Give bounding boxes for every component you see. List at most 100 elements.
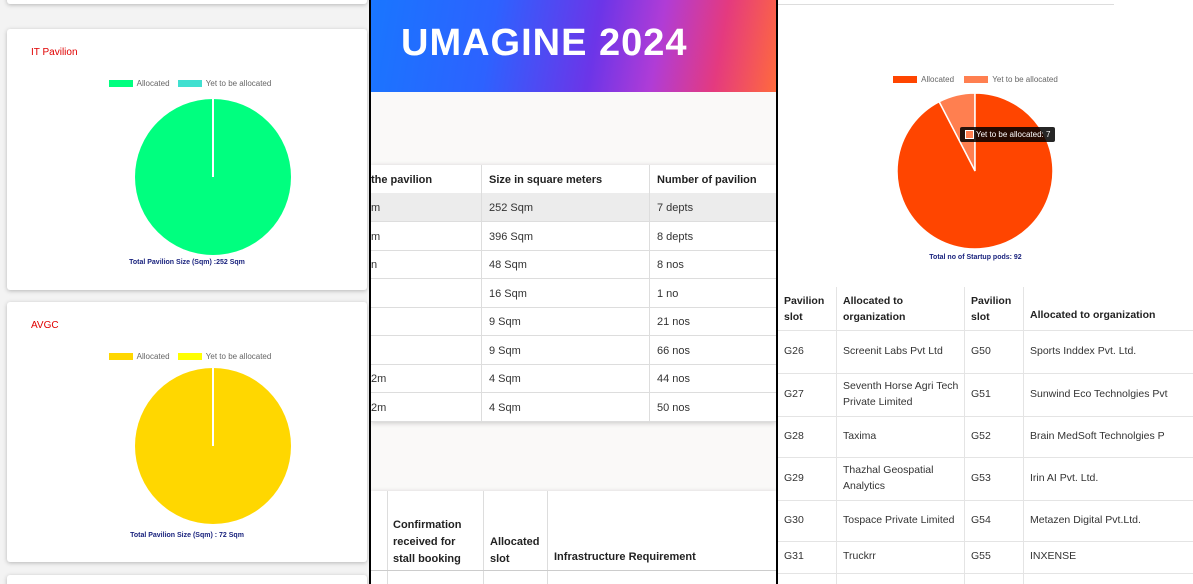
table-cell: 2m bbox=[371, 401, 387, 414]
table-cell: n bbox=[371, 259, 378, 271]
col-header-pavilion: the pavilion bbox=[371, 174, 433, 186]
table-cell: 50 nos bbox=[657, 401, 691, 414]
col-header-confirmation: Confirmation received for stall booking bbox=[393, 519, 462, 565]
table-cell: m bbox=[371, 230, 381, 243]
table-row: n 48 Sqm 8 nos bbox=[371, 250, 776, 279]
table-row: 9 Sqm 66 nos bbox=[371, 336, 776, 365]
table-header-row: Pavilion slot Allocated to organization Pa… bbox=[778, 287, 1193, 331]
table-row: G26 Screenit Labs Pvt Ltd G50 Sports Inddex… bbox=[778, 330, 1193, 374]
table-row: G29 Thazhal Geospatial Analytics G53 Irin AI… bbox=[778, 457, 1193, 501]
startup-pods-pie-chart[interactable] bbox=[895, 91, 1055, 251]
table-cell: 8 nos bbox=[657, 259, 684, 271]
table-cell: G30 bbox=[784, 514, 804, 526]
table-row: 2m 4 Sqm 50 nos bbox=[371, 393, 776, 422]
col-header-org: Allocated to organization bbox=[843, 295, 906, 323]
col-header-size: Size in square meters bbox=[489, 174, 603, 186]
table-cell: 8 depts bbox=[657, 230, 694, 243]
col-header-org: Allocated to organization bbox=[1030, 309, 1156, 321]
table-cell: G29 bbox=[784, 472, 804, 484]
table-cell: Seventh Horse Agri Tech bbox=[843, 380, 959, 392]
left-panel: IT Pavilion Allocated Yet to be allocate… bbox=[0, 0, 369, 584]
table-cell: G27 bbox=[784, 388, 804, 400]
table-cell: G55 bbox=[971, 550, 991, 562]
right-panel: Allocated Yet to be allocated Yet to be … bbox=[778, 0, 1193, 584]
table-cell: 7 depts bbox=[657, 202, 694, 214]
chart-caption: Total Pavilion Size (Sqm) :252 Sqm bbox=[129, 259, 245, 266]
card-title: AVGC bbox=[31, 320, 59, 331]
table-cell: 4 Sqm bbox=[489, 401, 521, 414]
legend-swatch-yet[interactable] bbox=[964, 76, 989, 84]
table-cell: G54 bbox=[971, 514, 991, 526]
table-cell: G28 bbox=[784, 430, 804, 442]
card-bottom-partial bbox=[7, 575, 367, 584]
table-cell: 21 nos bbox=[657, 316, 691, 328]
avgc-card: AVGC Allocated Yet to be allocated Total… bbox=[7, 302, 367, 562]
legend-swatch-allocated[interactable] bbox=[893, 76, 918, 84]
col-divider bbox=[1023, 287, 1024, 584]
table-header-row: the pavilion Size in square meters Numbe… bbox=[371, 165, 776, 194]
banner-title: UMAGINE 2024 bbox=[401, 22, 688, 64]
table-cell: G53 bbox=[971, 472, 991, 484]
legend-swatch-yet[interactable] bbox=[177, 353, 202, 361]
pie-chart[interactable] bbox=[135, 99, 293, 257]
table-cell: Irin AI Pvt. Ltd. bbox=[1030, 472, 1099, 484]
table-cell: 9 Sqm bbox=[489, 344, 521, 357]
table-cell: Analytics bbox=[843, 480, 886, 492]
tooltip-text: Yet to be allocated: 7 bbox=[976, 130, 1051, 139]
pavilion-table: the pavilion Size in square meters Numbe… bbox=[371, 165, 776, 422]
table-cell: Brain MedSoft Technolgies P bbox=[1030, 430, 1165, 442]
table-cell: 396 Sqm bbox=[489, 230, 534, 243]
tooltip-swatch bbox=[965, 130, 974, 140]
table-cell: Tospace Private Limited bbox=[843, 514, 955, 526]
table-row: 16 Sqm 1 no bbox=[371, 279, 776, 308]
table-cell: Thazhal Geospatial bbox=[843, 464, 934, 476]
table-row: G31 Truckrr G55 INXENSE bbox=[778, 541, 1193, 574]
table-cell: m bbox=[371, 202, 381, 214]
legend-swatch-allocated[interactable] bbox=[108, 353, 133, 361]
table-cell: Private Limited bbox=[843, 396, 913, 408]
legend-swatch-yet[interactable] bbox=[177, 80, 202, 88]
table-cell: Truckrr bbox=[843, 550, 876, 562]
table-row: G28 Taxima G52 Brain MedSoft Technolgies P bbox=[778, 416, 1193, 458]
pie-slice-allocated[interactable] bbox=[896, 92, 1054, 250]
table-cell: 48 Sqm bbox=[489, 259, 527, 271]
table-cell: Screenit Labs Pvt Ltd bbox=[843, 345, 943, 357]
chart-legend: Allocated Yet to be allocated bbox=[7, 79, 367, 88]
legend-label: Yet to be allocated bbox=[992, 75, 1058, 84]
col-header-allocated-slot: Allocated slot bbox=[490, 536, 540, 565]
table-cell: 9 Sqm bbox=[489, 316, 521, 328]
booking-table: Confirmation received for stall booking … bbox=[371, 491, 776, 584]
table-row: m 252 Sqm 7 depts bbox=[371, 193, 776, 222]
table-cell: 16 Sqm bbox=[489, 287, 527, 300]
banner: UMAGINE 2024 bbox=[371, 0, 776, 92]
col-header-slot: Pavilion slot bbox=[784, 295, 825, 323]
table-cell: 252 Sqm bbox=[489, 202, 534, 214]
col-header-count: Number of pavilion bbox=[657, 174, 757, 186]
table-cell: G50 bbox=[971, 345, 991, 357]
col-divider bbox=[964, 287, 965, 584]
top-divider bbox=[778, 4, 1114, 5]
legend-label: Allocated bbox=[136, 352, 170, 361]
header-divider bbox=[371, 570, 776, 571]
table-cell: 4 Sqm bbox=[489, 373, 521, 385]
table-row: m 396 Sqm 8 depts bbox=[371, 222, 776, 251]
legend-swatch-allocated[interactable] bbox=[108, 80, 133, 88]
table-cell: G31 bbox=[784, 550, 804, 562]
table-cell: G26 bbox=[784, 345, 804, 357]
table-cell: Metazen Digital Pvt.Ltd. bbox=[1030, 514, 1141, 526]
table-cell: Sunwind Eco Technolgies Pvt bbox=[1030, 388, 1168, 400]
table-row: 9 Sqm 21 nos bbox=[371, 307, 776, 336]
legend-label: Allocated bbox=[136, 79, 170, 88]
col-header-slot: Pavilion slot bbox=[971, 295, 1012, 323]
col-header-infrastructure: Infrastructure Requirement bbox=[554, 551, 696, 563]
table-cell: Taxima bbox=[843, 430, 877, 442]
table-cell: INXENSE bbox=[1030, 550, 1077, 562]
chart-legend: Allocated Yet to be allocated bbox=[778, 75, 1173, 84]
table-row: G27 Seventh Horse Agri Tech Private Limite… bbox=[778, 373, 1193, 417]
legend-label: Yet to be allocated bbox=[205, 79, 272, 88]
pie-chart[interactable] bbox=[135, 368, 293, 526]
card-title: IT Pavilion bbox=[31, 47, 78, 58]
chart-caption: Total no of Startup pods: 92 bbox=[929, 254, 1022, 261]
card-top-partial bbox=[7, 0, 367, 4]
table-row: G30 Tospace Private Limited G54 Metazen Dig… bbox=[778, 500, 1193, 542]
